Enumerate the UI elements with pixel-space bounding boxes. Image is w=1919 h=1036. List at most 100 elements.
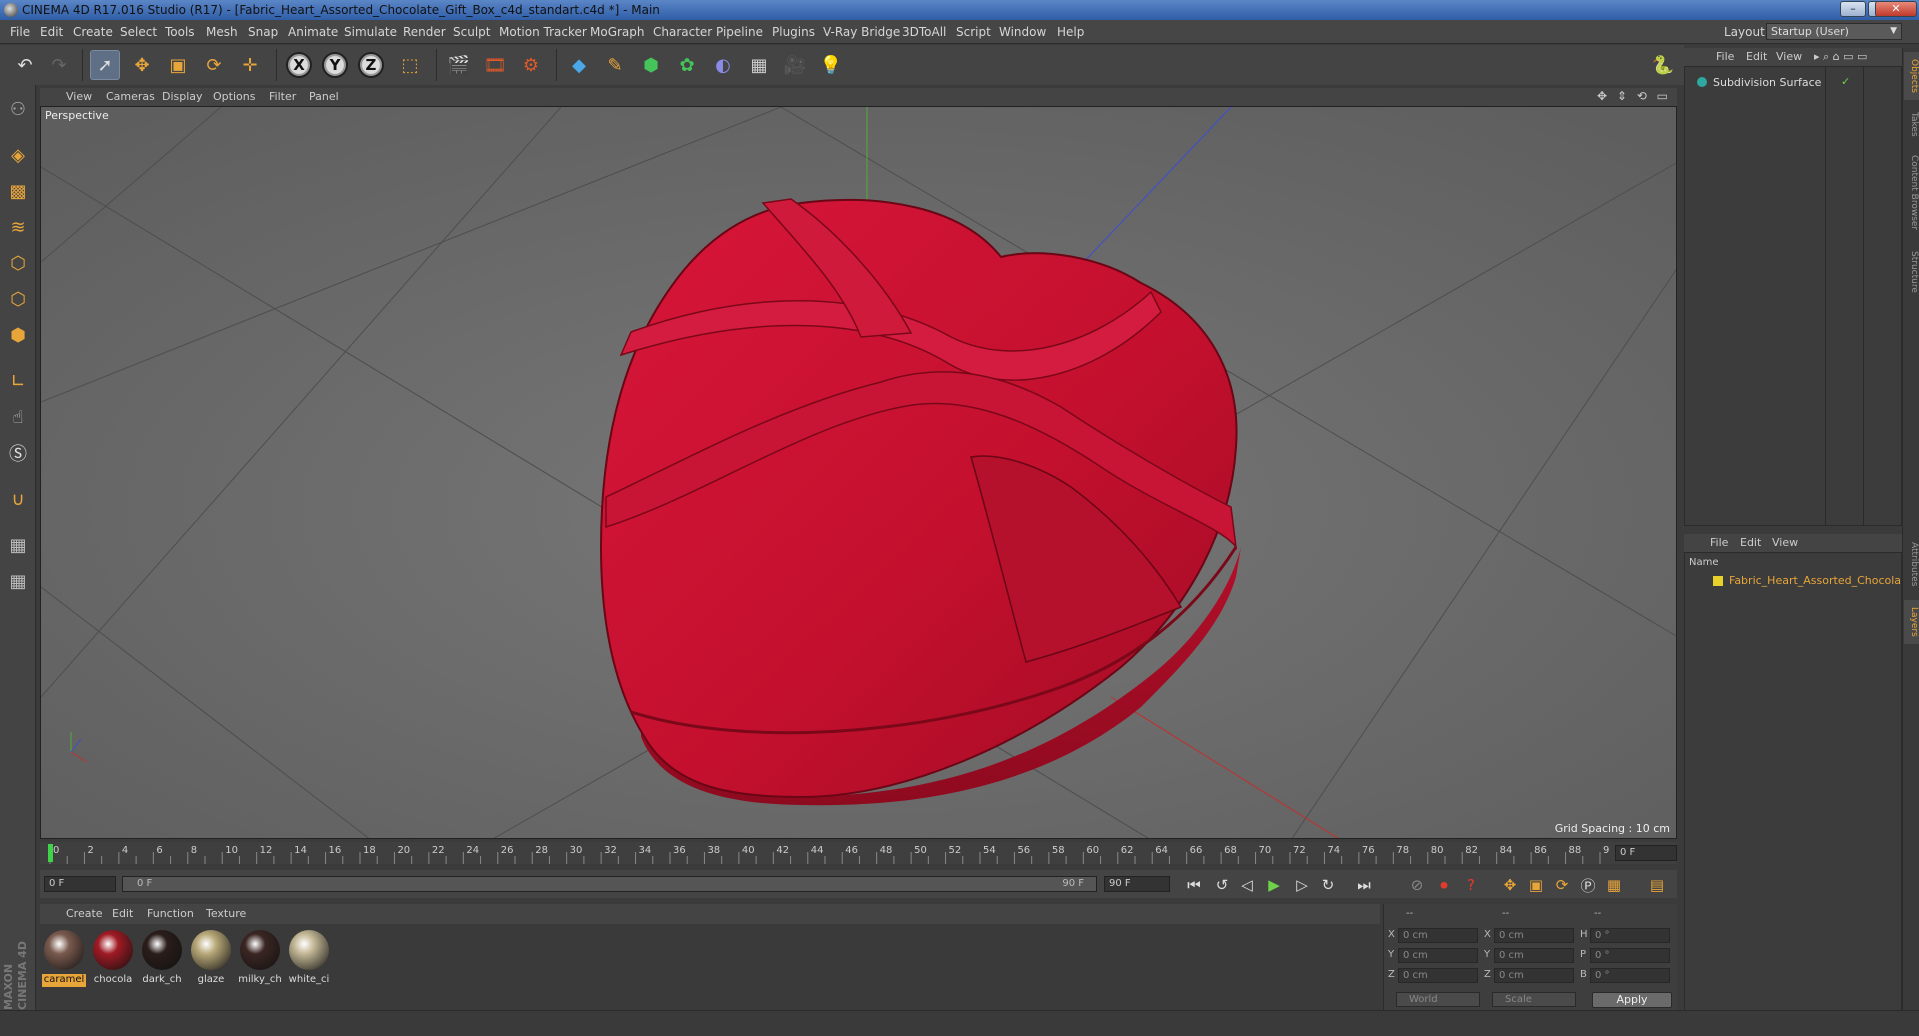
points-mode-icon[interactable]: ⬡ bbox=[4, 249, 32, 277]
key-scale-icon[interactable]: ▣ bbox=[1524, 874, 1548, 896]
previous-key-icon[interactable]: ↺ bbox=[1210, 874, 1234, 896]
size-z-field[interactable]: 0 cm bbox=[1494, 968, 1574, 983]
rotation-h-field[interactable]: 0 ° bbox=[1590, 928, 1670, 943]
preview-range-slider[interactable]: 0 F 90 F bbox=[122, 876, 1097, 892]
material-swatch[interactable]: milky_ch bbox=[238, 928, 282, 988]
tab-objects[interactable]: Objects bbox=[1904, 52, 1919, 100]
viewport-menu-view[interactable]: View bbox=[66, 90, 92, 103]
current-frame-field[interactable]: 0 F bbox=[1615, 845, 1677, 861]
menu-plugins[interactable]: Plugins bbox=[772, 25, 815, 39]
viewport-menu-filter[interactable]: Filter bbox=[269, 90, 296, 103]
menu-help[interactable]: Help bbox=[1057, 25, 1084, 39]
snapping-icon[interactable]: Ⓢ bbox=[4, 439, 32, 467]
layout-select[interactable]: Startup (User) ▼ bbox=[1766, 23, 1902, 40]
size-y-field[interactable]: 0 cm bbox=[1494, 948, 1574, 963]
position-x-field[interactable]: 0 cm bbox=[1398, 928, 1478, 943]
tab-layers[interactable]: Layers bbox=[1904, 600, 1919, 644]
menu-simulate[interactable]: Simulate bbox=[344, 25, 397, 39]
floor-icon[interactable]: ▦ bbox=[744, 50, 774, 80]
key-parameter-icon[interactable]: Ⓟ bbox=[1576, 874, 1600, 896]
tweak-mode-icon[interactable]: ☝ bbox=[4, 403, 32, 431]
menu-vray-bridge[interactable]: V-Ray Bridge bbox=[823, 25, 900, 39]
material-menu-edit[interactable]: Edit bbox=[112, 907, 133, 920]
key-position-icon[interactable]: ✥ bbox=[1498, 874, 1522, 896]
autokey-icon[interactable]: ⏺ bbox=[1432, 874, 1456, 896]
menu-character[interactable]: Character bbox=[653, 25, 712, 39]
material-menu-create[interactable]: Create bbox=[66, 907, 103, 920]
texture-mode-icon[interactable]: ▩ bbox=[4, 177, 32, 205]
objects-toolbar-icons[interactable]: ▸ ⌕ ⌂ ▭ ▭ bbox=[1814, 50, 1867, 64]
undo-icon[interactable]: ↶ bbox=[10, 50, 40, 80]
key-rotation-icon[interactable]: ⟳ bbox=[1550, 874, 1574, 896]
material-swatch[interactable]: chocola bbox=[91, 928, 135, 988]
tab-takes[interactable]: Takes bbox=[1904, 106, 1919, 142]
close-button[interactable]: ✕ bbox=[1875, 1, 1917, 17]
viewport-menu-panel[interactable]: Panel bbox=[309, 90, 339, 103]
viewport-menu-cameras[interactable]: Cameras bbox=[106, 90, 155, 103]
material-swatch[interactable]: glaze bbox=[189, 928, 233, 988]
key-pla-icon[interactable]: ▦ bbox=[1602, 874, 1626, 896]
model-mode-icon[interactable]: ◈ bbox=[4, 141, 32, 169]
previous-frame-icon[interactable]: ◁ bbox=[1235, 874, 1259, 896]
menu-animate[interactable]: Animate bbox=[288, 25, 338, 39]
coordinate-system-icon[interactable]: ⬚ bbox=[395, 50, 425, 80]
apply-button[interactable]: Apply bbox=[1592, 992, 1672, 1008]
objects-menu-edit[interactable]: Edit bbox=[1746, 50, 1767, 63]
next-key-icon[interactable]: ↻ bbox=[1316, 874, 1340, 896]
timeline-settings-icon[interactable]: ▤ bbox=[1645, 874, 1669, 896]
viewport-menu-display[interactable]: Display bbox=[162, 90, 203, 103]
redo-icon[interactable]: ↷ bbox=[44, 50, 74, 80]
layers-menu-edit[interactable]: Edit bbox=[1740, 536, 1761, 549]
layer-row[interactable]: Fabric_Heart_Assorted_Chocolate bbox=[1689, 573, 1901, 589]
material-swatch[interactable]: white_ci bbox=[287, 928, 331, 988]
polygons-mode-icon[interactable]: ⬢ bbox=[4, 321, 32, 349]
menu-motion-tracker[interactable]: Motion Tracker bbox=[499, 25, 587, 39]
objects-menu-file[interactable]: File bbox=[1716, 50, 1734, 63]
python-icon[interactable]: 🐍 bbox=[1648, 50, 1678, 80]
menu-create[interactable]: Create bbox=[73, 25, 113, 39]
menu-window[interactable]: Window bbox=[999, 25, 1046, 39]
tab-attributes[interactable]: Attributes bbox=[1904, 534, 1919, 594]
rotation-p-field[interactable]: 0 ° bbox=[1590, 948, 1670, 963]
object-row-subdivision-surface[interactable]: Subdivision Surface ✓ bbox=[1691, 75, 1891, 91]
spline-pen-icon[interactable]: ✎ bbox=[600, 50, 630, 80]
z-axis-button[interactable]: Z bbox=[358, 52, 384, 78]
camera-icon[interactable]: 🎥 bbox=[780, 50, 810, 80]
keyframe-selection-icon[interactable]: ? bbox=[1459, 874, 1483, 896]
viewport-navigation-icons[interactable]: ✥ ⇕ ⟲ ▭ bbox=[1597, 89, 1671, 103]
mograph-cloner-icon[interactable]: ✿ bbox=[672, 50, 702, 80]
menu-mograph[interactable]: MoGraph bbox=[590, 25, 645, 39]
menu-file[interactable]: File bbox=[10, 25, 30, 39]
viewport-menu-options[interactable]: Options bbox=[213, 90, 255, 103]
cube-primitive-icon[interactable]: ◆ bbox=[564, 50, 594, 80]
next-frame-icon[interactable]: ▷ bbox=[1290, 874, 1314, 896]
position-y-field[interactable]: 0 cm bbox=[1398, 948, 1478, 963]
material-menu-function[interactable]: Function bbox=[147, 907, 194, 920]
size-x-field[interactable]: 0 cm bbox=[1494, 928, 1574, 943]
position-z-field[interactable]: 0 cm bbox=[1398, 968, 1478, 983]
material-swatch[interactable]: dark_ch bbox=[140, 928, 184, 988]
menu-3dtoall[interactable]: 3DToAll bbox=[902, 25, 946, 39]
render-picture-viewer-icon[interactable]: 🎞 bbox=[480, 50, 510, 80]
layers-menu-view[interactable]: View bbox=[1772, 536, 1798, 549]
transform-icon[interactable]: ✛ bbox=[235, 50, 265, 80]
play-icon[interactable]: ▶ bbox=[1262, 874, 1286, 896]
coordinate-mode-select[interactable]: Scale bbox=[1492, 992, 1576, 1007]
planar-workplane-icon[interactable]: ▦ bbox=[4, 567, 32, 595]
magnet-icon[interactable]: ∪ bbox=[4, 485, 32, 513]
render-settings-icon[interactable]: ⚙ bbox=[516, 50, 546, 80]
live-selection-icon[interactable]: ➚ bbox=[90, 50, 120, 80]
coordinate-space-select[interactable]: World bbox=[1396, 992, 1480, 1007]
start-frame-field[interactable]: 0 F bbox=[44, 876, 116, 892]
menu-render[interactable]: Render bbox=[403, 25, 446, 39]
material-swatch[interactable]: caramel bbox=[42, 928, 86, 988]
y-axis-button[interactable]: Y bbox=[322, 52, 348, 78]
visibility-check-icon[interactable]: ✓ bbox=[1841, 75, 1850, 88]
light-icon[interactable]: 💡 bbox=[816, 50, 846, 80]
menu-script[interactable]: Script bbox=[956, 25, 991, 39]
perspective-viewport[interactable]: Perspective Grid Spacing : 10 cm bbox=[40, 106, 1677, 839]
end-frame-field[interactable]: 90 F bbox=[1104, 876, 1170, 892]
edges-mode-icon[interactable]: ⬡ bbox=[4, 285, 32, 313]
go-to-end-icon[interactable]: ⏭ bbox=[1352, 874, 1376, 896]
menu-pipeline[interactable]: Pipeline bbox=[716, 25, 763, 39]
